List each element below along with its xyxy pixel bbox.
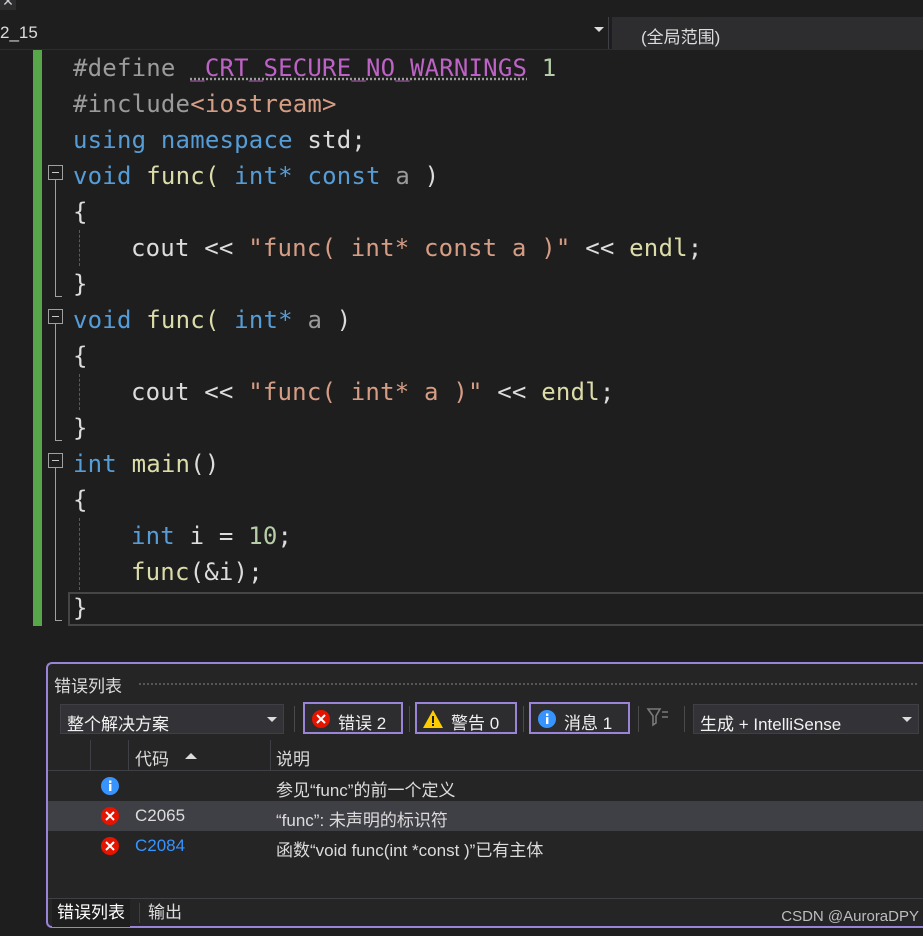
fold-line bbox=[55, 468, 56, 620]
fold-end bbox=[55, 440, 62, 441]
error-description: 函数“void func(int *const )”已有主体 bbox=[276, 841, 544, 860]
code-line: } bbox=[73, 414, 88, 442]
top-strip: ✕ bbox=[0, 0, 923, 16]
build-source-label: 生成 + IntelliSense bbox=[700, 715, 842, 734]
error-list-panel: 错误列表 整个解决方案 错误 2 警告 0 消息 1 生成 + IntelliS… bbox=[46, 662, 923, 928]
fold-end bbox=[55, 620, 62, 621]
collapse-icon[interactable] bbox=[48, 165, 63, 180]
tab-divider bbox=[139, 903, 140, 923]
sort-ascending-icon bbox=[185, 753, 197, 759]
scope-label: 整个解决方案 bbox=[67, 715, 169, 734]
code-line: { bbox=[73, 342, 88, 370]
messages-filter-button[interactable]: 消息 1 bbox=[529, 702, 630, 734]
code-editor[interactable]: #define _CRT_SECURE_NO_WARNINGS 1 #inclu… bbox=[0, 50, 923, 630]
file-scope-dropdown[interactable]: 2_15 bbox=[0, 17, 609, 49]
indent-guide bbox=[79, 230, 80, 266]
panel-title: 错误列表 bbox=[54, 677, 122, 696]
filter-icon[interactable] bbox=[646, 706, 672, 730]
code-line: func(&i); bbox=[131, 558, 263, 586]
file-scope-label: 2_15 bbox=[0, 23, 38, 42]
fold-line bbox=[55, 180, 56, 296]
code-line: int main() bbox=[73, 450, 220, 478]
scope-dropdown[interactable]: 整个解决方案 bbox=[60, 704, 284, 734]
watermark: CSDN @AuroraDPY bbox=[781, 908, 919, 925]
error-icon bbox=[101, 807, 119, 825]
error-description: 参见“func”的前一个定义 bbox=[276, 781, 456, 800]
navigation-bar: 2_15 (全局范围) bbox=[0, 17, 923, 50]
error-description: “func”: 未声明的标识符 bbox=[276, 811, 448, 830]
code-line: { bbox=[73, 486, 88, 514]
indent-guide bbox=[79, 374, 80, 410]
warnings-filter-button[interactable]: 警告 0 bbox=[415, 702, 517, 734]
member-scope-dropdown[interactable]: (全局范围) bbox=[612, 17, 923, 49]
column-divider bbox=[90, 740, 91, 770]
chevron-down-icon bbox=[267, 717, 277, 722]
error-icon bbox=[312, 710, 330, 728]
code-line: void func( int* a ) bbox=[73, 306, 352, 334]
tab-error-list[interactable]: 错误列表 bbox=[52, 899, 130, 927]
chevron-down-icon bbox=[902, 717, 912, 722]
member-scope-label: (全局范围) bbox=[641, 28, 721, 47]
error-row[interactable]: C2065 “func”: 未声明的标识符 bbox=[48, 801, 923, 831]
toolbar-separator bbox=[523, 706, 524, 732]
code-line: #include<iostream> bbox=[73, 90, 337, 118]
chevron-down-icon bbox=[594, 27, 604, 32]
code-line: #define _CRT_SECURE_NO_WARNINGS 1 bbox=[73, 54, 557, 82]
change-tracking-bar bbox=[33, 50, 42, 626]
code-line: cout << "func( int* const a )" << endl; bbox=[131, 234, 703, 262]
code-line: } bbox=[73, 594, 88, 622]
code-line: { bbox=[73, 198, 88, 226]
column-divider bbox=[270, 740, 271, 770]
error-list-toolbar: 整个解决方案 错误 2 警告 0 消息 1 生成 + IntelliSense bbox=[48, 702, 923, 738]
code-line: using namespace std; bbox=[73, 126, 367, 154]
fold-line bbox=[55, 324, 56, 440]
build-source-dropdown[interactable]: 生成 + IntelliSense bbox=[693, 704, 919, 734]
fold-end bbox=[55, 296, 62, 297]
errors-count-label: 错误 2 bbox=[338, 714, 387, 733]
code-line: int i = 10; bbox=[131, 522, 293, 550]
toolbar-separator bbox=[684, 706, 685, 732]
code-line: void func( int* const a ) bbox=[73, 162, 440, 190]
warnings-count-label: 警告 0 bbox=[451, 714, 500, 733]
warning-icon bbox=[423, 710, 443, 728]
info-icon bbox=[101, 777, 119, 795]
toolbar-separator bbox=[638, 706, 639, 732]
collapse-icon[interactable] bbox=[48, 453, 63, 468]
collapse-icon[interactable] bbox=[48, 309, 63, 324]
error-icon bbox=[101, 837, 119, 855]
close-icon[interactable]: ✕ bbox=[0, 0, 16, 10]
column-header-code[interactable]: 代码 bbox=[135, 745, 169, 770]
messages-count-label: 消息 1 bbox=[564, 714, 613, 733]
code-line: cout << "func( int* a )" << endl; bbox=[131, 378, 615, 406]
error-code[interactable]: C2065 bbox=[135, 806, 185, 826]
error-row[interactable]: 参见“func”的前一个定义 bbox=[48, 771, 923, 801]
errors-filter-button[interactable]: 错误 2 bbox=[303, 702, 403, 734]
tab-output[interactable]: 输出 bbox=[143, 899, 187, 927]
panel-drag-handle[interactable] bbox=[138, 682, 918, 687]
toolbar-separator bbox=[409, 706, 410, 732]
toolbar-separator bbox=[294, 706, 295, 732]
error-row[interactable]: C2084 函数“void func(int *const )”已有主体 bbox=[48, 831, 923, 861]
grid-header: 代码 说明 bbox=[48, 740, 923, 771]
column-divider bbox=[128, 740, 129, 770]
current-line-highlight bbox=[68, 592, 923, 626]
error-code-link[interactable]: C2084 bbox=[135, 836, 185, 856]
code-line: } bbox=[73, 270, 88, 298]
info-icon bbox=[538, 710, 556, 728]
indent-guide bbox=[79, 518, 80, 590]
column-header-description[interactable]: 说明 bbox=[276, 745, 310, 770]
